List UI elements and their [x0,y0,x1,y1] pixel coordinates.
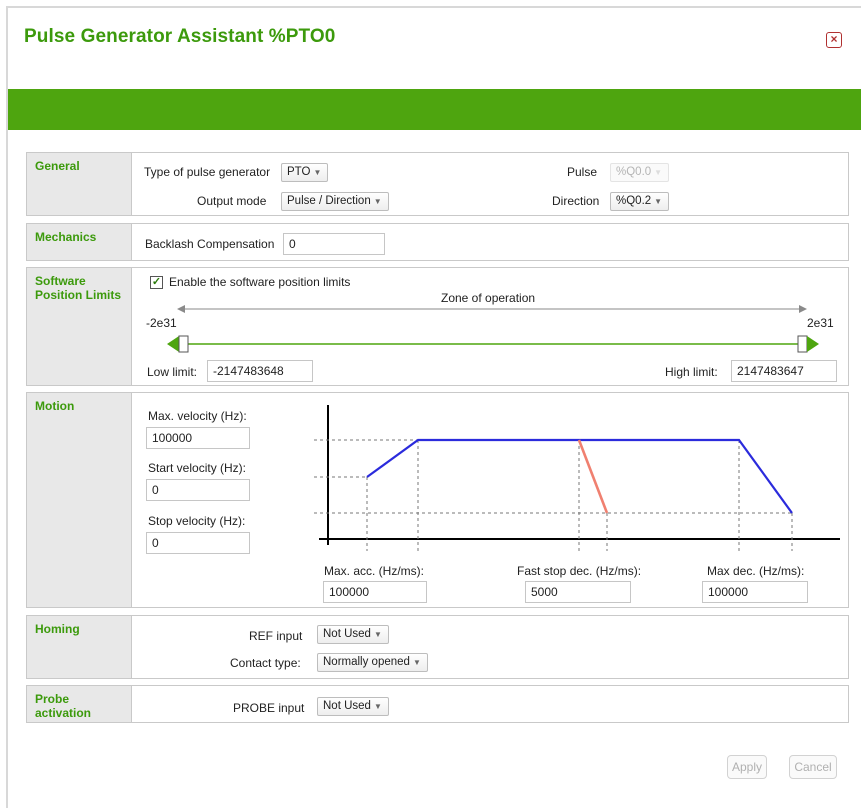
contact-type-value: Normally opened [323,656,410,668]
pulse-label: Pulse [567,165,598,179]
max-acc-input[interactable]: 100000 [323,581,427,603]
type-value: PTO [287,166,311,178]
section-general: General Type of pulse generator PTO ▼ Out… [26,152,849,216]
header-bar [8,89,861,130]
high-limit-label: High limit: [665,365,718,379]
direction-label: Direction [552,194,600,208]
chevron-down-icon: ▼ [313,168,322,177]
chevron-down-icon: ▼ [373,197,382,206]
ref-input-label: REF input [249,629,303,643]
output-mode-label: Output mode [197,194,267,208]
pulse-value: %Q0.0 [616,166,652,178]
fast-stop-label: Fast stop dec. (Hz/ms): [517,564,642,578]
chevron-down-icon: ▼ [373,630,382,639]
apply-button[interactable]: Apply [727,755,767,779]
section-label-probe: Probe activation [27,686,132,722]
contact-type-label: Contact type: [230,656,301,670]
section-probe: Probe activation PROBE input Not Used ▼ [26,685,849,723]
probe-input-label: PROBE input [233,701,305,715]
probe-input-value: Not Used [323,700,371,712]
chevron-down-icon: ▼ [412,658,421,667]
direction-select[interactable]: %Q0.2 ▼ [610,192,670,211]
chevron-down-icon: ▼ [373,702,382,711]
ref-input-select[interactable]: Not Used ▼ [317,625,389,644]
low-limit-label: Low limit: [147,365,198,379]
profile-guides [314,439,794,551]
max-dec-label: Max dec. (Hz/ms): [707,564,805,578]
dialog-title: Pulse Generator Assistant %PTO0 [24,26,336,47]
section-mechanics: Mechanics Backlash Compensation 0 [26,223,849,261]
max-dec-input[interactable]: 100000 [702,581,808,603]
probe-input-select[interactable]: Not Used ▼ [317,697,389,716]
direction-value: %Q0.2 [616,195,652,207]
section-label-homing: Homing [27,616,132,678]
cancel-button[interactable]: Cancel [789,755,837,779]
max-acc-label: Max. acc. (Hz/ms): [324,564,425,578]
output-mode-value: Pulse / Direction [287,195,371,207]
fast-stop-input[interactable]: 5000 [525,581,631,603]
high-limit-input[interactable]: 2147483647 [731,360,837,382]
section-label-mechanics: Mechanics [27,224,132,260]
section-motion: Motion Max. velocity (Hz): 100000 Start … [26,392,849,608]
section-homing: Homing REF input Not Used ▼ Contact type:… [26,615,849,679]
section-software-limits: Software Position Limits ✓ Enable the so… [26,267,849,386]
backlash-label: Backlash Compensation [145,237,275,251]
output-mode-select[interactable]: Pulse / Direction ▼ [281,192,389,211]
type-of-pulse-generator-select[interactable]: PTO ▼ [281,163,329,182]
section-label-general: General [27,153,132,215]
ref-input-value: Not Used [323,628,371,640]
contact-type-select[interactable]: Normally opened ▼ [317,653,428,672]
chevron-down-icon: ▼ [654,197,663,206]
type-of-pulse-generator-label: Type of pulse generator [144,165,271,179]
backlash-input[interactable]: 0 [283,233,385,255]
low-limit-input[interactable]: -2147483648 [207,360,313,382]
pulse-select: %Q0.0 ▼ [610,163,670,182]
fast-stop-line [577,439,609,514]
chevron-down-icon: ▼ [654,168,663,177]
close-icon[interactable]: × [826,32,842,48]
